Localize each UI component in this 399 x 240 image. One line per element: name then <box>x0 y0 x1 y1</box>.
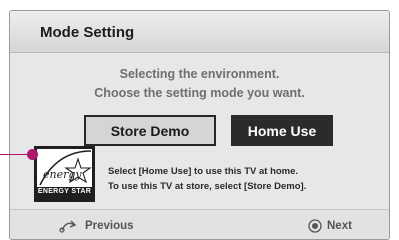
back-arrow-icon <box>59 220 77 233</box>
ok-button-icon <box>308 219 322 233</box>
store-demo-button[interactable]: Store Demo <box>84 115 216 146</box>
home-use-button[interactable]: Home Use <box>231 115 333 146</box>
description-line-2: Choose the setting mode you want. <box>94 86 305 100</box>
previous-label: Previous <box>85 220 134 232</box>
callout-dot <box>27 149 38 160</box>
energy-star-logo: energy ENERGY STAR <box>34 146 95 202</box>
dialog-titlebar: Mode Setting <box>10 11 389 53</box>
previous-button[interactable]: Previous <box>58 219 134 233</box>
next-label: Next <box>327 220 352 232</box>
callout-line <box>0 154 29 155</box>
energy-star-label: ENERGY STAR <box>37 188 92 195</box>
info-line-2: To use this TV at store, select [Store D… <box>108 181 307 192</box>
dialog-title: Mode Setting <box>40 24 135 41</box>
description-line-1: Selecting the environment. <box>119 67 280 81</box>
dialog-footer: Previous Next <box>10 209 389 239</box>
mode-setting-dialog: Mode Setting Selecting the environment. … <box>9 10 390 240</box>
next-button[interactable]: Next <box>308 219 352 233</box>
energy-script-text: energy <box>43 168 82 181</box>
energy-star-icon: energy <box>37 149 92 187</box>
info-line-1: Select [Home Use] to use this TV at home… <box>108 166 299 177</box>
